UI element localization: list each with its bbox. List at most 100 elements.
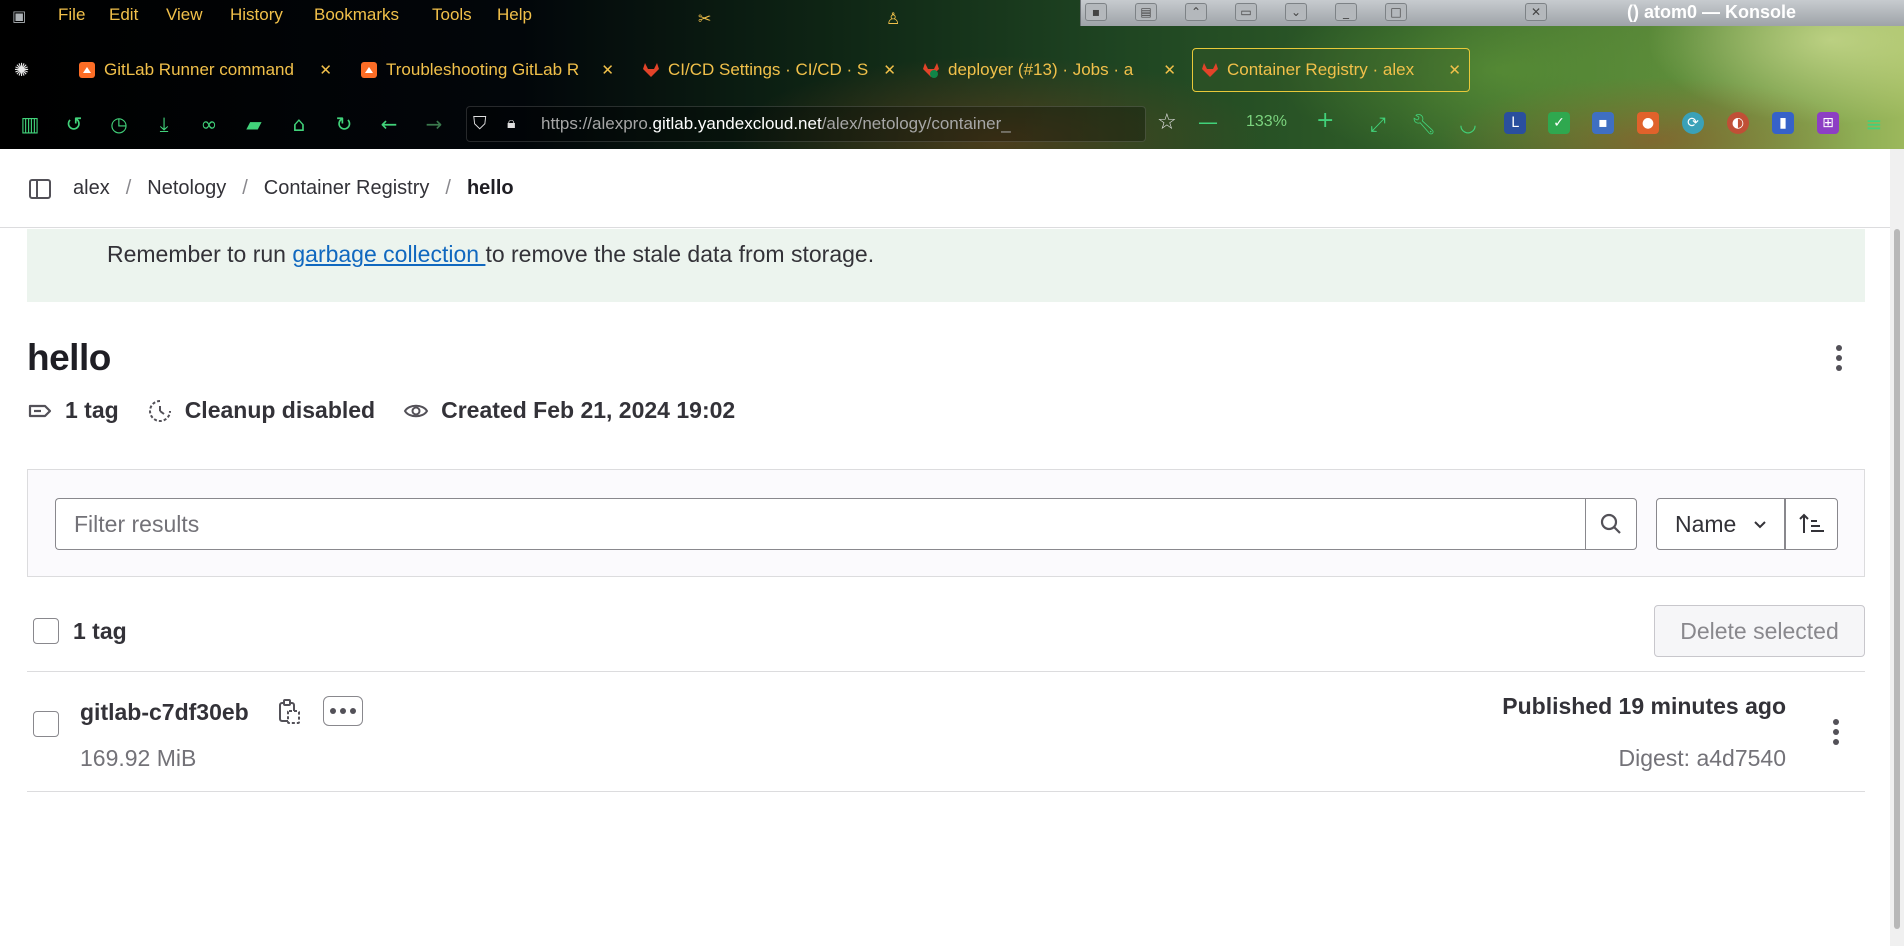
- close-icon[interactable]: ✕: [1163, 61, 1176, 79]
- konsole-title: () atom0 — Konsole: [1627, 2, 1797, 22]
- scrollbar-thumb[interactable]: [1894, 229, 1900, 929]
- menu-tools[interactable]: Tools: [432, 4, 472, 26]
- select-all-checkbox[interactable]: [33, 618, 59, 644]
- tab-title: CI/CD Settings · CI/CD · S: [668, 60, 869, 79]
- breadcrumb-current[interactable]: hello: [467, 177, 514, 200]
- konsole-desktops-icon[interactable]: ▤: [1135, 3, 1157, 21]
- konsole-maximize-icon[interactable]: □: [1385, 3, 1407, 21]
- tab-cicd-settings[interactable]: CI/CD Settings · CI/CD · S ✕: [634, 48, 904, 92]
- sort-by-label: Name: [1675, 510, 1737, 537]
- konsole-app-icon[interactable]: ▪: [1085, 3, 1107, 21]
- sidebar-toggle-icon[interactable]: [28, 177, 52, 201]
- expand-details-button[interactable]: [323, 696, 363, 726]
- breadcrumb-separator: /: [242, 177, 248, 199]
- lock-icon[interactable]: 🔒︎: [507, 113, 516, 133]
- clock-icon[interactable]: ◷: [107, 112, 131, 136]
- filter-input[interactable]: [55, 498, 1585, 550]
- close-icon[interactable]: ✕: [319, 61, 332, 79]
- shield-check-icon[interactable]: ✓: [1548, 112, 1570, 134]
- breadcrumb-separator: /: [125, 177, 132, 199]
- tab-container-registry[interactable]: Container Registry · alex ✕: [1192, 48, 1470, 92]
- book-icon[interactable]: ▮: [1772, 112, 1794, 134]
- menu-history[interactable]: History: [230, 4, 283, 26]
- menu-file[interactable]: File: [58, 4, 85, 26]
- tab-deployer-jobs[interactable]: deployer (#13) · Jobs · a ✕: [914, 48, 1184, 92]
- palette-icon[interactable]: ◐: [1727, 112, 1749, 134]
- close-icon[interactable]: ✕: [601, 61, 614, 79]
- search-button[interactable]: [1585, 498, 1637, 550]
- history-icon[interactable]: ↺: [62, 112, 86, 136]
- zoom-level[interactable]: 133%: [1246, 113, 1287, 131]
- private-mask-icon[interactable]: ∞: [197, 112, 221, 136]
- menu-edit[interactable]: Edit: [109, 4, 138, 26]
- breadcrumb-bar: alex / Netology / Container Registry / h…: [0, 149, 1890, 228]
- url-text[interactable]: https://alexpro.gitlab.yandexcloud.net/a…: [541, 114, 1011, 134]
- chevron-down-icon: [1754, 521, 1767, 529]
- extensions-icon[interactable]: ⊞: [1817, 112, 1839, 134]
- zoom-in-icon[interactable]: +: [1316, 108, 1334, 133]
- sync-icon[interactable]: ⟳: [1682, 112, 1704, 134]
- extension-badge-icon[interactable]: L: [1504, 112, 1526, 134]
- garbage-collection-alert: Remember to run garbage collection to re…: [27, 229, 1865, 302]
- tracking-shield-icon[interactable]: ⛉: [473, 113, 487, 134]
- breadcrumb-netology[interactable]: Netology: [147, 177, 226, 200]
- page-scrollbar[interactable]: [1890, 149, 1904, 946]
- address-bar[interactable]: ⛉ 🔒︎ https://alexpro.gitlab.yandexcloud.…: [466, 106, 1177, 142]
- hamburger-menu-icon[interactable]: ≡: [1862, 112, 1886, 136]
- image-actions-kebab-icon[interactable]: [1829, 341, 1849, 375]
- sidebar-icon[interactable]: ▥: [18, 112, 42, 136]
- tag-digest: Digest: a4d7540: [1618, 745, 1786, 771]
- sort-by-dropdown[interactable]: Name: [1656, 498, 1785, 550]
- tags-count: 1 tag: [27, 397, 119, 424]
- published-time: Published 19 minutes ago: [1502, 693, 1786, 719]
- row-checkbox[interactable]: [33, 711, 59, 737]
- tab-gitlab-runner-command[interactable]: GitLab Runner command ✕: [70, 48, 340, 92]
- person-icon[interactable]: ♙: [886, 9, 900, 28]
- fullscreen-icon[interactable]: ⤢: [1366, 112, 1390, 136]
- breadcrumb-container-registry[interactable]: Container Registry: [264, 177, 430, 200]
- konsole-close-icon[interactable]: ✕: [1525, 3, 1547, 21]
- konsole-minimize-icon[interactable]: _: [1335, 3, 1357, 21]
- zoom-out-icon[interactable]: —: [1198, 110, 1218, 134]
- tab-title: GitLab Runner command: [104, 60, 294, 79]
- home-icon[interactable]: ⌂: [287, 112, 311, 136]
- tab-title: Troubleshooting GitLab R: [386, 60, 580, 79]
- sort-direction-button[interactable]: [1785, 498, 1838, 550]
- tag-actions-kebab-icon[interactable]: [1826, 715, 1846, 749]
- clock-icon: [148, 399, 171, 422]
- konsole-keep-above-icon[interactable]: ⌃: [1185, 3, 1207, 21]
- bookmark-star-icon[interactable]: ☆: [1157, 110, 1177, 135]
- wrench-icon[interactable]: 🔧︎: [1411, 112, 1436, 136]
- menu-view[interactable]: View: [166, 4, 203, 26]
- screenshot-icon[interactable]: ✂: [698, 9, 711, 28]
- bug-icon[interactable]: ✺: [14, 60, 29, 81]
- fox-extension-icon[interactable]: ●: [1637, 112, 1659, 134]
- gitlab-icon: [79, 62, 95, 78]
- application-menu-icon[interactable]: ▣: [12, 7, 30, 25]
- download-icon[interactable]: ⤓: [152, 112, 176, 136]
- menu-bookmarks[interactable]: Bookmarks: [314, 4, 399, 26]
- menu-help[interactable]: Help: [497, 4, 532, 26]
- tab-troubleshooting-gitlab[interactable]: Troubleshooting GitLab R ✕: [352, 48, 622, 92]
- konsole-shade-icon[interactable]: ▭: [1235, 3, 1257, 21]
- divider: [27, 671, 1865, 672]
- breadcrumb: alex / Netology / Container Registry / h…: [73, 177, 514, 200]
- close-icon[interactable]: ✕: [1448, 61, 1461, 79]
- gitlab-icon: [1202, 63, 1218, 77]
- created-date: Created Feb 21, 2024 19:02: [403, 397, 735, 424]
- save-icon[interactable]: ▪: [1592, 112, 1614, 134]
- reload-icon[interactable]: ↻: [332, 112, 356, 136]
- konsole-chevron-down-icon[interactable]: ⌄: [1285, 3, 1307, 21]
- breadcrumb-alex[interactable]: alex: [73, 177, 110, 200]
- delete-selected-button[interactable]: Delete selected: [1654, 605, 1865, 657]
- tab-title: Container Registry · alex: [1227, 60, 1415, 79]
- new-window-icon[interactable]: ▰: [242, 112, 266, 136]
- garbage-collection-link[interactable]: garbage collection: [292, 241, 485, 267]
- konsole-window-titlebar[interactable]: ▪ ▤ ⌃ ▭ ⌄ _ □ ✕ () atom0 — Konsole: [1080, 0, 1904, 26]
- pocket-icon[interactable]: ◡: [1456, 112, 1480, 136]
- close-icon[interactable]: ✕: [883, 61, 896, 79]
- back-arrow-icon[interactable]: ←: [377, 112, 401, 136]
- forward-arrow-icon[interactable]: →: [422, 112, 446, 136]
- gitlab-icon: [643, 63, 659, 77]
- copy-icon[interactable]: [276, 698, 302, 726]
